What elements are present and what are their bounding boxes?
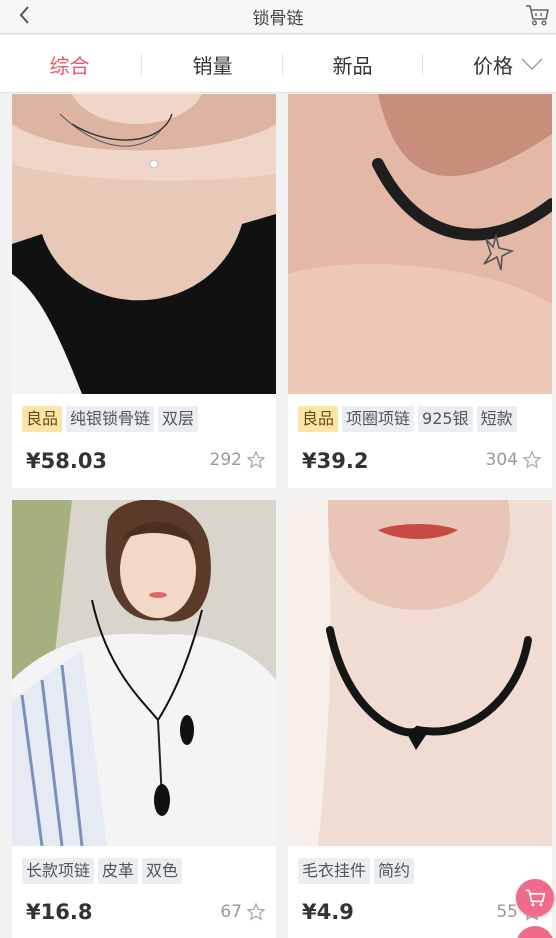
product-tags: 长款项链 皮革 双色 <box>22 858 183 884</box>
product-image <box>288 94 552 394</box>
product-tag: 毛衣挂件 <box>298 858 371 884</box>
product-tag: 双层 <box>158 406 199 432</box>
page-title: 锁骨链 <box>252 9 304 29</box>
product-tag: 925银 <box>418 406 473 432</box>
product-card[interactable]: 良品 项圈项链 925银 短款 ¥39.2 304 <box>288 94 552 488</box>
star-icon <box>522 450 542 469</box>
product-price: ¥16.8 <box>26 900 93 924</box>
floating-cart-button[interactable] <box>516 879 554 917</box>
product-tag: 皮革 <box>98 858 139 884</box>
tab-comprehensive[interactable]: 综合 <box>0 35 139 93</box>
tab-price[interactable]: 价格 <box>423 35 556 93</box>
product-tags: 良品 项圈项链 925银 短款 <box>298 406 517 432</box>
product-price: ¥4.9 <box>302 900 354 924</box>
quality-tag: 良品 <box>298 406 339 432</box>
product-card[interactable]: 良品 纯银锁骨链 双层 ¥58.03 292 <box>12 94 276 488</box>
product-tag: 长款项链 <box>22 858 95 884</box>
product-price: ¥58.03 <box>26 449 108 473</box>
favorite-count: 55 <box>496 902 518 922</box>
product-tag: 纯银锁骨链 <box>66 406 155 432</box>
shopping-cart-icon <box>526 5 549 26</box>
tab-sales[interactable]: 销量 <box>143 35 282 93</box>
star-icon <box>246 902 266 921</box>
tab-label: 综合 <box>49 53 90 78</box>
product-tags: 毛衣挂件 简约 <box>298 858 415 884</box>
favorite-button[interactable]: 67 <box>220 902 266 922</box>
product-tag: 项圈项链 <box>342 406 415 432</box>
tab-label: 销量 <box>192 53 233 78</box>
tab-new[interactable]: 新品 <box>283 35 422 93</box>
product-card[interactable]: 毛衣挂件 简约 ¥4.9 55 <box>288 500 552 938</box>
tab-label: 新品 <box>332 53 373 78</box>
cart-button[interactable] <box>524 2 550 28</box>
favorite-button[interactable]: 304 <box>486 450 542 470</box>
tab-divider <box>141 54 142 76</box>
top-nav-bar: 锁骨链 <box>0 0 556 34</box>
sort-tab-bar: 综合 销量 新品 价格 <box>0 35 556 93</box>
shopping-cart-icon <box>525 889 546 907</box>
star-icon <box>246 450 266 469</box>
favorite-count: 304 <box>485 450 518 470</box>
product-tag: 短款 <box>476 406 517 432</box>
chevron-down-icon <box>521 58 543 70</box>
product-image <box>12 500 276 846</box>
favorite-count: 292 <box>209 450 242 470</box>
tab-label: 价格 <box>473 53 513 78</box>
quality-tag: 良品 <box>22 406 63 432</box>
favorite-button[interactable]: 292 <box>210 450 266 470</box>
product-tag: 简约 <box>374 858 415 884</box>
product-tags: 良品 纯银锁骨链 双层 <box>22 406 199 432</box>
product-price: ¥39.2 <box>302 449 369 473</box>
product-image <box>288 500 552 846</box>
favorite-count: 67 <box>220 902 242 922</box>
product-image <box>12 94 276 394</box>
product-tag: 双色 <box>142 858 183 884</box>
product-card[interactable]: 长款项链 皮革 双色 ¥16.8 67 <box>12 500 276 938</box>
